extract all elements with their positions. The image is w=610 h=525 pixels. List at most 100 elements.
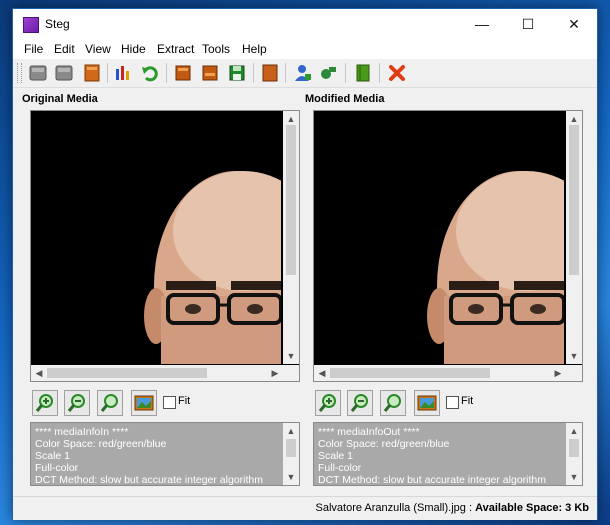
original-media-view[interactable]: ▲ ▼ ◀ ▶ [30,110,300,382]
modified-zoom-in-button[interactable] [315,390,341,416]
menu-hide[interactable]: Hide [121,42,146,56]
zoom-in-icon [318,394,336,412]
info-line: **** mediaInfoOut **** [318,426,420,438]
scroll-right-icon[interactable]: ▶ [550,365,566,381]
picture-icon [417,395,437,411]
chart-icon[interactable] [113,63,133,83]
magnifier-icon [100,394,118,412]
title-bar[interactable]: Steg — ☐ ✕ [13,9,597,39]
zoom-out-icon [350,394,368,412]
user-icon[interactable] [293,63,313,83]
info-line: Color Space: red/green/blue [35,438,167,450]
picture-icon [134,395,154,411]
original-zoom-out-button[interactable] [64,390,90,416]
menu-edit[interactable]: Edit [54,42,75,56]
scrollbar-thumb[interactable] [569,125,579,275]
menu-view[interactable]: View [85,42,111,56]
original-picture-button[interactable] [131,390,157,416]
undo-icon[interactable] [140,63,160,83]
info-line: DCT Method: slow but accurate integer al… [35,474,263,486]
scroll-down-icon[interactable]: ▼ [566,348,582,364]
toolbar-separator [253,63,254,83]
modified-zoom-actual-button[interactable] [380,390,406,416]
info-line: Full-color [318,462,362,474]
menu-extract[interactable]: Extract [157,42,194,56]
scroll-corner [283,365,299,381]
scroll-down-icon[interactable]: ▼ [283,469,299,485]
scroll-down-icon[interactable]: ▼ [283,348,299,364]
modified-picture-button[interactable] [414,390,440,416]
status-separator: : [465,502,476,514]
modified-media-image [314,111,564,364]
toolbar-separator [166,63,167,83]
book-icon[interactable] [82,63,102,83]
original-zoom-actual-button[interactable] [97,390,123,416]
maximize-button[interactable]: ☐ [505,9,551,39]
save-data-icon[interactable] [227,63,247,83]
app-icon [23,17,39,33]
scrollbar-thumb[interactable] [569,439,579,457]
toolbar [13,59,597,88]
modified-media-title: Modified Media [305,93,385,105]
toolbar-separator [345,63,346,83]
scroll-left-icon[interactable]: ◀ [31,365,47,381]
toolbar-separator [379,63,380,83]
zoom-out-icon [67,394,85,412]
info-line: **** mediaInfoIn **** [35,426,129,438]
scroll-up-icon[interactable]: ▲ [283,423,299,439]
cancel-icon[interactable] [387,63,407,83]
scrollbar-thumb[interactable] [330,368,490,378]
modified-fit-label: Fit [461,395,474,407]
extract-data-icon[interactable] [200,63,220,83]
modified-vertical-scrollbar[interactable]: ▲ ▼ [566,111,582,364]
book-red-icon[interactable] [260,63,280,83]
info-line: Full-color [35,462,79,474]
modified-zoom-out-button[interactable] [347,390,373,416]
open-media-icon[interactable] [28,63,48,83]
original-zoom-in-button[interactable] [32,390,58,416]
info-scrollbar[interactable]: ▲ ▼ [566,423,582,485]
info-line: Scale 1 [318,450,354,462]
toolbar-separator [107,63,108,83]
original-media-title: Original Media [22,93,98,105]
zoom-in-icon [35,394,53,412]
minimize-button[interactable]: — [459,9,505,39]
status-text: Salvatore Aranzulla (Small).jpg : Availa… [316,502,590,514]
toolbar-separator [285,63,286,83]
modified-media-view[interactable]: ▲ ▼ ◀ ▶ [313,110,583,382]
scrollbar-thumb[interactable] [47,368,207,378]
scroll-up-icon[interactable]: ▲ [566,423,582,439]
scrollbar-thumb[interactable] [286,439,296,457]
info-line: Scale 1 [35,450,71,462]
toolbar-grip[interactable] [17,63,22,83]
modified-horizontal-scrollbar[interactable]: ◀ ▶ [314,365,566,381]
scroll-left-icon[interactable]: ◀ [314,365,330,381]
key-icon[interactable] [319,63,339,83]
scrollbar-thumb[interactable] [286,125,296,275]
menu-help[interactable]: Help [242,42,267,56]
modified-media-info[interactable]: **** mediaInfoOut **** Color Space: red/… [313,422,583,486]
save-media-icon[interactable] [54,63,74,83]
notebook-icon[interactable] [353,63,373,83]
modified-fit-checkbox[interactable] [446,396,459,409]
original-media-image [31,111,281,364]
original-vertical-scrollbar[interactable]: ▲ ▼ [283,111,299,364]
scroll-right-icon[interactable]: ▶ [267,365,283,381]
info-line: Color Space: red/green/blue [318,438,450,450]
menu-tools[interactable]: Tools [202,42,230,56]
available-space-label: Available Space: 3 Kb [475,502,589,514]
original-fit-label: Fit [178,395,191,407]
original-horizontal-scrollbar[interactable]: ◀ ▶ [31,365,283,381]
info-scrollbar[interactable]: ▲ ▼ [283,423,299,485]
hide-data-icon[interactable] [173,63,193,83]
close-button[interactable]: ✕ [551,9,597,39]
scroll-corner [566,365,582,381]
app-window: Steg — ☐ ✕ File Edit View Hide Extract T… [12,8,598,520]
window-title: Steg [45,17,70,31]
menu-file[interactable]: File [24,42,43,56]
magnifier-icon [383,394,401,412]
original-fit-checkbox[interactable] [163,396,176,409]
scroll-down-icon[interactable]: ▼ [566,469,582,485]
status-filename: Salvatore Aranzulla (Small).jpg [315,502,466,514]
original-media-info[interactable]: **** mediaInfoIn **** Color Space: red/g… [30,422,300,486]
